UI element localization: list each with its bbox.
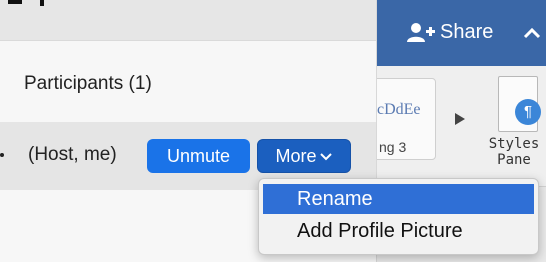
styles-pane-label-line1: Styles [488,136,540,152]
row-marker [0,153,4,157]
gallery-next-arrow-icon[interactable] [454,112,466,131]
share-label: Share [440,21,494,43]
cropped-title-glyph-icon [6,0,54,8]
more-button-label: More [275,145,317,166]
menu-item-rename[interactable]: Rename [263,184,534,214]
chevron-up-icon[interactable] [522,26,542,45]
more-dropdown-menu: Rename Add Profile Picture [258,178,539,255]
ribbon: cDdEe ng 3 ¶ Styles Pane [350,66,546,187]
share-button[interactable]: Share [406,21,493,44]
add-person-icon [406,22,436,44]
participant-name: (Host, me) [28,144,117,165]
style-sample-text: cDdEe [377,101,421,118]
app-titlebar: Share [350,0,546,66]
more-button[interactable]: More [257,139,351,173]
chevron-down-icon [319,146,333,167]
styles-pane-label-line2: Pane [497,152,531,168]
style-name: ng 3 [379,139,407,155]
participants-heading: Participants (1) [24,73,152,94]
unmute-button[interactable]: Unmute [147,139,250,173]
menu-item-add-profile-picture[interactable]: Add Profile Picture [263,216,534,246]
styles-pane-label[interactable]: Styles Pane [484,136,544,168]
panel-header-strip [0,0,376,41]
pilcrow-icon: ¶ [515,99,541,125]
styles-pane-icon[interactable]: ¶ [498,76,541,132]
